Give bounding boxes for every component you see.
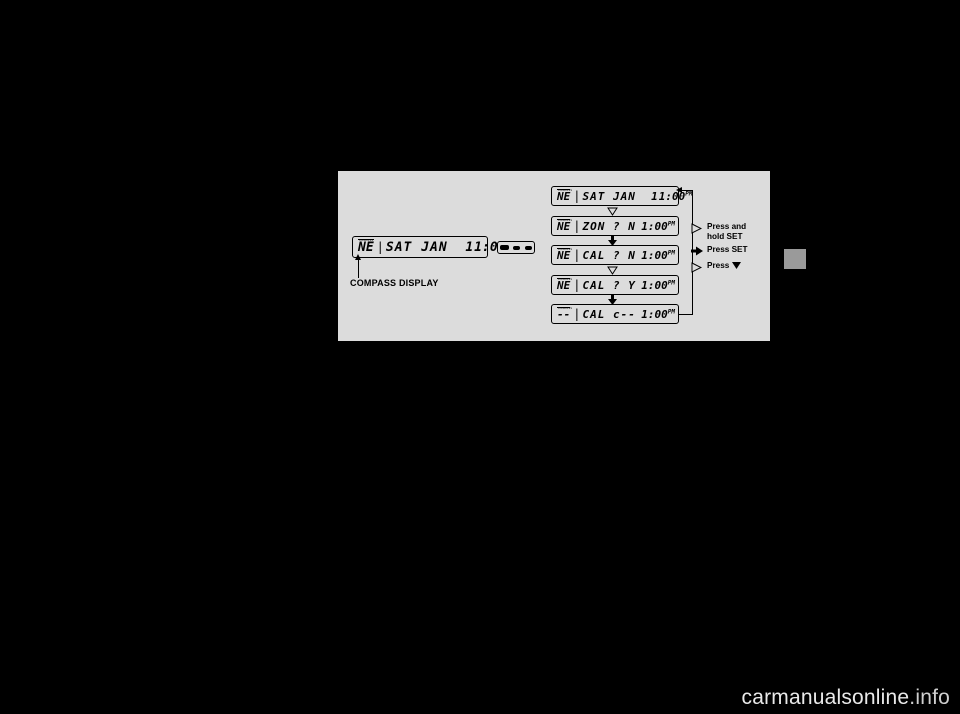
compass-clock: 1:00PM xyxy=(641,307,675,321)
blob-icon xyxy=(500,245,510,250)
compass-direction: NE xyxy=(552,218,571,233)
legend: Press and hold SET Press SET Press xyxy=(691,221,767,276)
flow-step-text: CAL ? N xyxy=(582,248,636,262)
arrow-left-solid-icon xyxy=(676,187,682,193)
flow-step-text: CAL c-- xyxy=(582,307,636,321)
compass-direction: -- xyxy=(552,306,571,321)
legend-item-press-set: Press SET xyxy=(691,244,767,258)
compass-display-caption: COMPASS DISPLAY xyxy=(350,278,439,288)
flow-step-text: ZON ? N xyxy=(582,219,636,233)
compass-direction: NE xyxy=(353,238,374,255)
flow-step-lcd: COMPASS -- | CAL c-- 1:00PM xyxy=(551,304,679,324)
legend-item-press-down: Press xyxy=(691,260,767,274)
blob-icon xyxy=(513,245,521,250)
compass-clock: 1:00PM xyxy=(641,219,675,233)
flow-step-lcd: COMPASS NE | SAT JAN 1 1:00PM xyxy=(551,186,692,206)
flow-step-lcd: COMPASS NE | CAL ? N 1:00PM xyxy=(551,245,679,265)
legend-label: Press SET xyxy=(707,245,748,254)
flow-step-text: SAT JAN 1 xyxy=(582,189,659,203)
compass-clock: 1:00PM xyxy=(641,278,675,292)
compass-direction: NE xyxy=(552,247,571,262)
legend-label: Press and hold SET xyxy=(707,222,747,241)
arrow-down-hollow-icon xyxy=(607,266,618,275)
indicator-icon-cluster xyxy=(497,241,535,254)
flow-step-lcd: COMPASS NE | CAL ? Y 1:00PM xyxy=(551,275,679,295)
arrow-right-solid-icon xyxy=(691,244,707,258)
legend-item-press-hold-set: Press and hold SET xyxy=(691,221,767,242)
page-edge-tab xyxy=(784,249,806,269)
compass-display-lcd: COMPASS NE | SAT JAN 1 1:00PM xyxy=(352,236,513,258)
compass-date-text: SAT JAN 1 xyxy=(385,239,475,255)
arrow-down-solid-icon xyxy=(731,262,741,269)
compass-callout-pointer xyxy=(355,254,361,278)
flow-step-lcd: COMPASS NE | ZON ? N 1:00PM xyxy=(551,216,679,236)
compass-direction: NE xyxy=(552,188,571,203)
blob-icon xyxy=(524,245,532,250)
compass-separator: | xyxy=(376,240,384,254)
compass-clock: 1:00PM xyxy=(641,248,675,262)
watermark: carmanualsonline.info xyxy=(741,686,950,709)
arrow-down-hollow-icon xyxy=(607,207,618,216)
flow-step-text: CAL ? Y xyxy=(582,278,636,292)
legend-label: Press xyxy=(707,260,741,271)
arrow-right-hollow-icon xyxy=(691,260,707,274)
arrow-right-hollow-icon xyxy=(691,221,707,235)
compass-direction: NE xyxy=(552,277,571,292)
